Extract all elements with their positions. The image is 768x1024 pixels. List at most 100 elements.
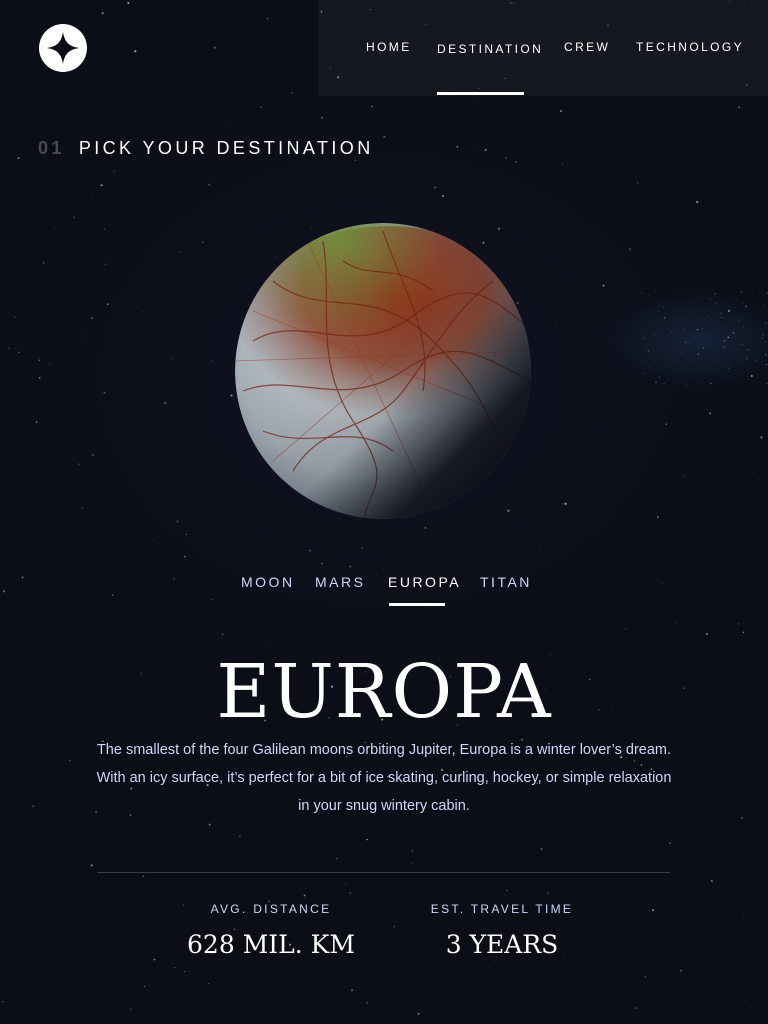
star [2,590,5,593]
star [118,612,120,613]
star [669,842,671,844]
destination-name: EUROPA [216,649,552,735]
star [211,599,213,600]
star [208,982,210,985]
star [765,363,768,366]
tab-europa[interactable]: EUROPA [388,574,461,590]
star [727,336,730,339]
star [672,299,673,301]
star [732,332,735,334]
nav-item-home[interactable]: HOME [366,40,412,54]
star [741,343,744,346]
star [762,334,764,336]
star [687,342,689,344]
star [656,516,659,519]
star [38,377,41,379]
star [106,303,109,305]
star [475,101,477,103]
star [713,302,715,304]
star [251,522,253,523]
star [506,889,508,892]
star [170,358,172,360]
star [710,382,712,385]
star [456,145,459,148]
star [676,131,677,133]
star [18,351,20,354]
star [741,363,743,364]
star [764,341,767,343]
star [642,337,645,339]
star [562,163,564,165]
star [713,304,716,306]
star [763,304,765,307]
star [696,200,699,204]
star [676,621,677,623]
star [505,156,507,159]
star [183,555,186,558]
star [173,966,176,969]
star [628,248,632,251]
star [738,319,740,321]
tab-moon[interactable]: MOON [241,574,295,590]
star [556,327,558,328]
star [673,316,674,318]
star [113,170,115,172]
star [641,292,643,294]
star [504,894,506,896]
star [361,547,363,550]
star [266,18,268,20]
star [134,50,137,53]
star [35,421,38,424]
star [366,838,368,841]
page-heading: 01 PICK YOUR DESTINATION [38,138,374,159]
star [442,195,444,197]
tab-titan[interactable]: TITAN [480,574,532,590]
star [194,485,196,486]
star [185,533,188,536]
destination-description: The smallest of the four Galilean moons … [96,742,672,814]
star [643,311,645,314]
star [702,319,703,320]
travel-time-label: EST. TRAVEL TIME [430,902,574,916]
star [647,295,649,297]
star [682,475,684,477]
star [684,341,687,343]
star [671,331,672,333]
travel-time-value: 3 YEARS [445,930,559,959]
logo[interactable] [39,24,87,72]
star [560,110,563,113]
star [2,1001,4,1003]
star [564,502,567,505]
star [635,1007,638,1010]
nav-item-crew[interactable]: CREW [564,40,610,54]
star [349,565,352,568]
star [730,333,732,335]
star [702,346,705,349]
star [111,594,114,596]
star [650,369,652,371]
star [103,228,106,230]
star [646,361,648,363]
star [679,336,681,338]
star [662,306,664,308]
star [722,346,725,349]
star [142,310,144,312]
nav-item-destination[interactable]: DESTINATION [437,42,543,56]
avg-distance-label: AVG. DISTANCE [210,902,332,916]
star [354,159,357,162]
star [721,300,723,302]
star [642,372,644,374]
star [73,216,76,219]
star [104,263,107,266]
star [650,324,652,325]
tab-mars[interactable]: MARS [315,574,365,590]
star [686,581,688,583]
star [81,507,83,509]
star [17,157,20,160]
star [734,306,737,309]
divider [97,872,670,873]
star [693,334,695,336]
nav-item-technology[interactable]: TECHNOLOGY [636,40,744,54]
star [38,359,40,361]
star [100,184,103,187]
